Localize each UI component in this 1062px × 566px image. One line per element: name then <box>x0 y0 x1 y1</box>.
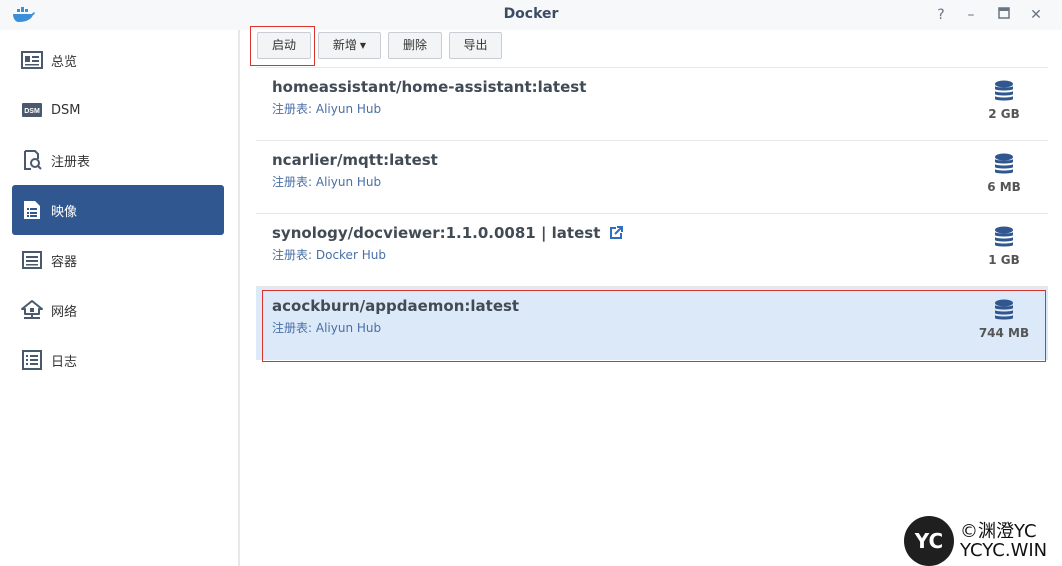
sidebar-item-registry[interactable]: 注册表 <box>12 135 224 185</box>
add-button-label: 新增 <box>332 38 357 52</box>
watermark-line2: YCYC.WIN <box>960 540 1048 561</box>
sidebar-item-container[interactable]: 容器 <box>12 235 224 285</box>
delete-button[interactable]: 删除 <box>388 32 442 59</box>
sidebar-item-label: 映像 <box>51 204 78 220</box>
image-size: 744 MB <box>978 326 1030 340</box>
image-row[interactable]: acockburn/appdaemon:latest 注册表: Aliyun H… <box>256 287 1048 360</box>
sidebar-item-label: DSM <box>51 102 81 118</box>
image-name-wrap: synology/docviewer:1.1.0.0081 | latest <box>272 224 624 243</box>
window-title: Docker <box>503 6 559 22</box>
image-row[interactable]: homeassistant/home-assistant:latest 注册表:… <box>256 68 1048 141</box>
external-link-icon[interactable] <box>610 225 624 243</box>
close-icon[interactable]: ✕ <box>1027 6 1045 24</box>
database-icon <box>995 80 1013 101</box>
title-bar: Docker ? – ✕ <box>0 0 1062 30</box>
image-size: 6 MB <box>987 180 1021 194</box>
maximize-icon[interactable] <box>995 6 1013 24</box>
sidebar-item-label: 总览 <box>51 54 78 70</box>
sidebar-item-label: 容器 <box>51 254 78 270</box>
image-row[interactable]: ncarlier/mqtt:latest 注册表: Aliyun Hub 6 M… <box>256 141 1048 214</box>
svg-text:DSM: DSM <box>24 108 40 115</box>
image-registry: 注册表: Aliyun Hub <box>272 175 382 189</box>
help-icon[interactable]: ? <box>932 6 950 24</box>
sidebar-item-overview[interactable]: 总览 <box>12 35 224 85</box>
registry-icon <box>21 149 43 171</box>
image-registry: 注册表: Docker Hub <box>272 248 386 262</box>
export-button[interactable]: 导出 <box>449 32 502 59</box>
launch-button[interactable]: 启动 <box>257 32 311 59</box>
sidebar-item-network[interactable]: 网络 <box>12 285 224 335</box>
image-size: 2 GB <box>988 107 1020 121</box>
overview-icon <box>21 49 43 71</box>
sidebar-item-label: 网络 <box>51 304 78 320</box>
database-icon <box>995 153 1013 174</box>
sidebar-item-image[interactable]: 映像 <box>12 185 224 235</box>
add-button[interactable]: 新增 ▼ <box>318 32 381 59</box>
sidebar-item-label: 注册表 <box>51 154 91 170</box>
container-icon <box>21 249 43 271</box>
image-name: homeassistant/home-assistant:latest <box>272 78 587 96</box>
sidebar-item-label: 日志 <box>51 354 78 370</box>
chevron-down-icon: ▼ <box>359 41 367 50</box>
sidebar-item-log[interactable]: 日志 <box>12 335 224 385</box>
image-name: synology/docviewer:1.1.0.0081 | latest <box>272 224 601 242</box>
database-icon <box>995 226 1013 247</box>
image-name: acockburn/appdaemon:latest <box>272 297 520 315</box>
database-icon <box>995 299 1013 320</box>
minimize-icon[interactable]: – <box>962 6 980 24</box>
image-registry: 注册表: Aliyun Hub <box>272 321 382 335</box>
image-registry: 注册表: Aliyun Hub <box>272 102 382 116</box>
log-icon <box>21 349 43 371</box>
image-size: 1 GB <box>988 253 1020 267</box>
watermark: YC ©渊澄YC YCYC.WIN <box>904 516 1062 566</box>
watermark-logo: YC <box>904 516 954 566</box>
image-icon <box>21 199 43 221</box>
sidebar-divider <box>238 30 240 566</box>
sidebar-item-dsm[interactable]: DSM DSM <box>12 85 224 135</box>
dsm-icon: DSM <box>21 99 43 121</box>
image-name: ncarlier/mqtt:latest <box>272 151 438 169</box>
sidebar: 总览 DSM DSM 注册表 映像 容器 网络 日志 <box>0 30 238 566</box>
image-row[interactable]: synology/docviewer:1.1.0.0081 | latest 注… <box>256 214 1048 287</box>
network-icon <box>21 299 43 321</box>
toolbar: 启动 新增 ▼ 删除 导出 <box>240 30 1062 68</box>
